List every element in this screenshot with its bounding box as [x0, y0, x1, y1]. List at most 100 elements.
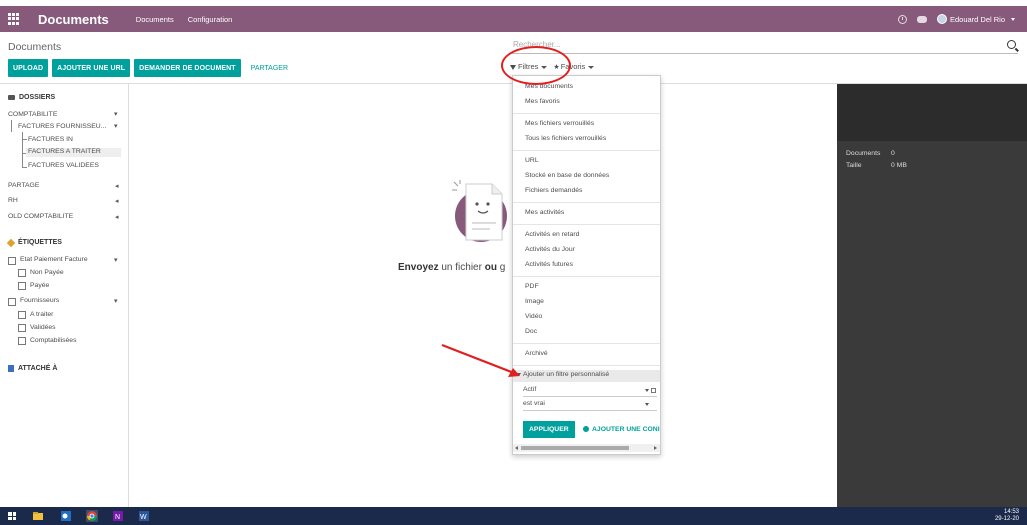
discuss-chat-icon[interactable] [916, 15, 927, 23]
filter-fichiers-demandes[interactable]: Fichiers demandés [525, 187, 582, 194]
upload-button[interactable]: UPLOAD [8, 59, 49, 77]
tag-validees[interactable]: Validées [30, 324, 56, 331]
word-icon[interactable]: W [138, 510, 150, 522]
top-navbar: Documents Documents Configuration Edouar… [0, 6, 1027, 32]
documents-count-label: Documents [846, 150, 881, 157]
sidebar-item-comptabilite[interactable]: COMPTABILITE [8, 111, 57, 118]
tree-line [22, 132, 23, 168]
custom-filter-operator-select[interactable]: est vrai [523, 399, 657, 411]
size-label: Taille [846, 162, 862, 169]
chevron-left-icon[interactable]: ◂ [115, 213, 119, 221]
filter-doc[interactable]: Doc [525, 328, 537, 335]
tag-etat-paiement-facture[interactable]: Etat Paiement Facture [20, 256, 88, 263]
scroll-left-icon[interactable] [515, 446, 518, 450]
filter-tous-fichiers-verrouilles[interactable]: Tous les fichiers verrouillés [525, 135, 606, 142]
file-explorer-icon[interactable] [32, 510, 44, 522]
sidebar-item-factures-a-traiter[interactable]: FACTURES A TRAITER [26, 148, 121, 157]
tag-non-payee[interactable]: Non Payée [30, 269, 64, 276]
add-url-button[interactable]: AJOUTER UNE URL [52, 59, 131, 77]
filter-mes-favoris[interactable]: Mes favoris [525, 98, 560, 105]
checkbox-non-payee[interactable] [18, 269, 26, 277]
sidebar-item-rh[interactable]: RH [8, 197, 18, 204]
sidebar-item-partage[interactable]: PARTAGE [8, 182, 39, 189]
tree-line [22, 167, 27, 168]
filter-url[interactable]: URL [525, 157, 539, 164]
filter-stocke-bdd[interactable]: Stocké en base de données [525, 172, 609, 179]
taskbar-clock[interactable]: 14:53 29-12-20 [995, 509, 1019, 523]
checkbox-etat-paiement[interactable] [8, 257, 16, 265]
apply-filter-button[interactable]: APPLIQUER [523, 421, 575, 438]
tag-fournisseurs[interactable]: Fournisseurs [20, 297, 59, 304]
filter-mes-fichiers-verrouilles[interactable]: Mes fichiers verrouillés [525, 120, 594, 127]
add-custom-filter-label: Ajouter un filtre personnalisé [517, 371, 609, 378]
scroll-right-icon[interactable] [654, 446, 657, 450]
nav-documents[interactable]: Documents [136, 15, 174, 24]
horizontal-scrollbar[interactable] [513, 444, 660, 452]
avatar [936, 14, 947, 24]
windows-taskbar: N W 14:53 29-12-20 [0, 507, 1027, 525]
menu-divider [513, 276, 660, 277]
empty-state-text: Envoyez un fichier ou g [398, 262, 506, 273]
filter-activites-futures[interactable]: Activités futures [525, 261, 573, 268]
clock-date: 29-12-20 [994, 516, 1019, 522]
user-menu[interactable]: Edouard Del Rio [936, 14, 1017, 24]
share-button[interactable]: PARTAGER [245, 59, 294, 77]
filter-mes-activites[interactable]: Mes activités [525, 209, 564, 216]
filters-dropdown-menu: Mes documents Mes favoris Mes fichiers v… [512, 75, 661, 455]
tag-comptabilisees[interactable]: Comptabilisées [30, 337, 76, 344]
add-custom-filter-toggle[interactable]: Ajouter un filtre personnalisé [513, 370, 660, 382]
add-condition-button[interactable]: AJOUTER UNE CONI [583, 426, 660, 433]
checkbox-fournisseurs[interactable] [8, 298, 16, 306]
apps-menu-icon[interactable] [8, 13, 20, 25]
sidebar-item-old-comptabilite[interactable]: OLD COMPTABILITE [8, 213, 73, 220]
app-brand[interactable]: Documents [38, 12, 109, 27]
nav-configuration[interactable]: Configuration [188, 15, 233, 24]
filter-image[interactable]: Image [525, 298, 544, 305]
onenote-icon[interactable]: N [112, 510, 124, 522]
file-icon [8, 365, 14, 372]
checkbox-validees[interactable] [18, 324, 26, 332]
chevron-left-icon[interactable]: ◂ [115, 197, 119, 205]
request-document-button[interactable]: DEMANDER DE DOCUMENT [134, 59, 241, 77]
svg-text:N: N [115, 514, 120, 521]
chevron-left-icon[interactable]: ◂ [115, 182, 119, 190]
sidebar: DOSSIERS COMPTABILITE ▾ FACTURES FOURNIS… [0, 84, 129, 507]
filter-activites-retard[interactable]: Activités en retard [525, 231, 579, 238]
caret-down-icon [588, 65, 595, 69]
sidebar-item-factures-in[interactable]: FACTURES IN [28, 136, 73, 143]
sidebar-item-factures-validees[interactable]: FACTURES VALIDEES [28, 162, 99, 169]
filter-pdf[interactable]: PDF [525, 283, 539, 290]
tag-a-traiter[interactable]: A traiter [30, 311, 53, 318]
outlook-icon[interactable] [60, 510, 72, 522]
chevron-down-icon [1011, 17, 1015, 21]
attached-title: ATTACHÉ À [18, 365, 58, 372]
checkbox-a-traiter[interactable] [18, 311, 26, 319]
search-icon[interactable] [1007, 40, 1016, 49]
activity-clock-icon[interactable] [897, 14, 907, 24]
filter-activites-jour[interactable]: Activités du Jour [525, 246, 575, 253]
documents-kanban-area: Envoyez un fichier ou g [130, 84, 837, 507]
scrollbar-thumb[interactable] [521, 446, 629, 450]
documents-count-row: Documents 0 [846, 150, 895, 157]
attached-section-title: ATTACHÉ À [8, 365, 57, 372]
lock-icon [651, 388, 656, 393]
chevron-down-icon[interactable]: ▾ [114, 256, 118, 264]
size-value: 0 MB [891, 162, 907, 169]
chevron-down-icon[interactable]: ▾ [114, 297, 118, 305]
filter-video[interactable]: Vidéo [525, 313, 542, 320]
folders-title: DOSSIERS [19, 94, 56, 101]
search-input[interactable]: Rechercher... [512, 38, 1018, 54]
checkbox-payee[interactable] [18, 282, 26, 290]
chrome-icon[interactable] [86, 510, 98, 522]
custom-filter-field-select[interactable]: Actif [523, 385, 657, 397]
operator-select-value: est vrai [523, 400, 545, 407]
chevron-down-icon [645, 403, 649, 406]
chevron-down-icon[interactable]: ▾ [114, 110, 118, 118]
windows-start-icon[interactable] [8, 512, 16, 520]
user-name: Edouard Del Rio [949, 14, 1005, 24]
sidebar-item-factures-fournisseurs[interactable]: FACTURES FOURNISSEU... [18, 123, 106, 130]
checkbox-comptabilisees[interactable] [18, 337, 26, 345]
chevron-down-icon[interactable]: ▾ [114, 122, 118, 130]
tag-payee[interactable]: Payée [30, 282, 49, 289]
field-select-value: Actif [523, 386, 537, 393]
